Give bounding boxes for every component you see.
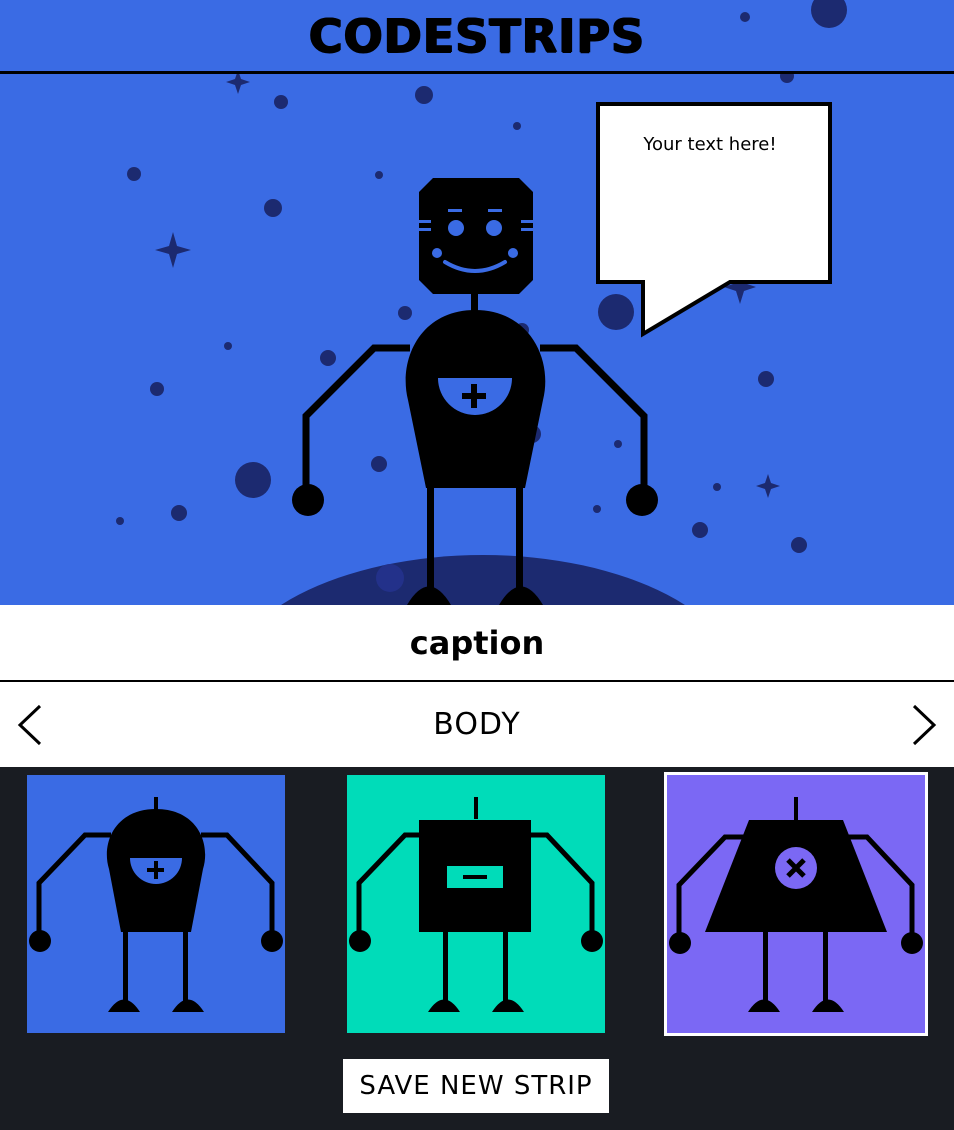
header-decor: [740, 0, 847, 28]
space-background: [116, 74, 832, 605]
body-option-square[interactable]: [347, 775, 605, 1033]
body-option-round[interactable]: [27, 775, 285, 1033]
caption-field[interactable]: caption: [0, 605, 954, 682]
body-options: [0, 767, 954, 1047]
chevron-left-icon[interactable]: [12, 702, 52, 748]
chevron-right-icon[interactable]: [902, 702, 942, 748]
body-option-trapezoid[interactable]: [664, 772, 928, 1036]
save-strip-button[interactable]: SAVE NEW STRIP: [343, 1059, 609, 1113]
comic-panel[interactable]: Your text here!: [0, 74, 954, 605]
picker-label: BODY: [433, 707, 521, 742]
part-picker: BODY: [0, 682, 954, 767]
app-header: CODESTRIPS: [0, 0, 954, 74]
speech-bubble-text[interactable]: Your text here!: [610, 134, 810, 155]
